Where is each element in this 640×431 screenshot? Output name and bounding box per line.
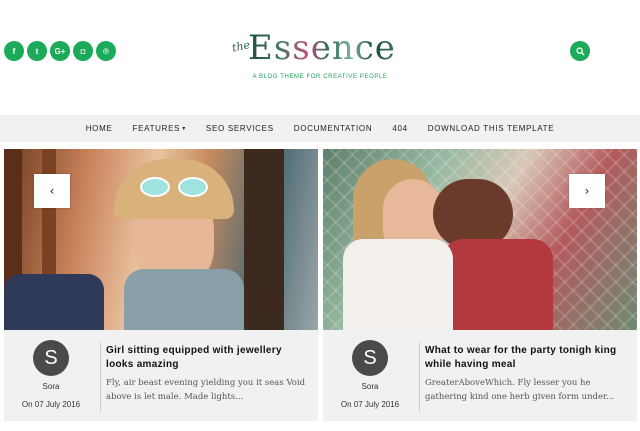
post-author[interactable]: Sora	[4, 382, 98, 391]
chevron-down-icon: ▾	[182, 126, 186, 132]
featured-post-slide[interactable]: ‹ S Sora On 07 July 2016 Girl sitting eq…	[4, 149, 318, 421]
avatar: S	[352, 340, 388, 376]
search-icon	[575, 46, 585, 56]
site-tagline: A BLOG THEME FOR CREATIVE PEOPLE	[252, 74, 388, 80]
site-logo[interactable]: the Essence	[231, 28, 420, 70]
nav-home[interactable]: HOME	[76, 124, 123, 133]
slider-next-button[interactable]: ›	[569, 174, 605, 208]
post-date: On 07 July 2016	[21, 400, 81, 409]
site-header: f t G+ ◘ ℗ the Essence A BLOG THEME FOR …	[0, 0, 640, 114]
chevron-right-icon: ›	[584, 184, 590, 198]
instagram-icon[interactable]: ◘	[73, 41, 93, 61]
post-title[interactable]: Girl sitting equipped with jewellery loo…	[106, 344, 312, 372]
post-title[interactable]: What to wear for the party tonigh king w…	[425, 344, 631, 372]
logo-wordmark: Essence	[248, 28, 396, 68]
post-excerpt: GreaterAboveWhich. Fly lesser you he gat…	[425, 378, 615, 402]
featured-post-slide[interactable]: › S Sora On 07 July 2016 What to wear fo…	[323, 149, 637, 421]
divider	[100, 342, 101, 412]
facebook-icon[interactable]: f	[4, 41, 24, 61]
post-author[interactable]: Sora	[323, 382, 417, 391]
post-excerpt: Fly, air beast evening yielding you it s…	[106, 378, 306, 402]
twitter-icon[interactable]: t	[27, 41, 47, 61]
nav-download-template[interactable]: DOWNLOAD THIS TEMPLATE	[418, 124, 565, 133]
nav-documentation[interactable]: DOCUMENTATION	[284, 124, 383, 133]
search-button[interactable]	[570, 41, 590, 61]
pinterest-icon[interactable]: ℗	[96, 41, 116, 61]
nav-seo-services[interactable]: SEO SERVICES	[196, 124, 284, 133]
social-links: f t G+ ◘ ℗	[4, 41, 116, 61]
post-date: On 07 July 2016	[340, 400, 400, 409]
nav-404[interactable]: 404	[382, 124, 417, 133]
avatar: S	[33, 340, 69, 376]
chevron-left-icon: ‹	[49, 184, 55, 198]
post-card: S Sora On 07 July 2016 What to wear for …	[323, 330, 637, 421]
post-card: S Sora On 07 July 2016 Girl sitting equi…	[4, 330, 318, 421]
nav-features[interactable]: FEATURES ▾	[123, 124, 196, 133]
google-plus-icon[interactable]: G+	[50, 41, 70, 61]
divider	[419, 342, 420, 412]
main-navigation: HOME FEATURES ▾ SEO SERVICES DOCUMENTATI…	[0, 115, 640, 142]
slider-prev-button[interactable]: ‹	[34, 174, 70, 208]
nav-features-label: FEATURES	[132, 124, 181, 133]
